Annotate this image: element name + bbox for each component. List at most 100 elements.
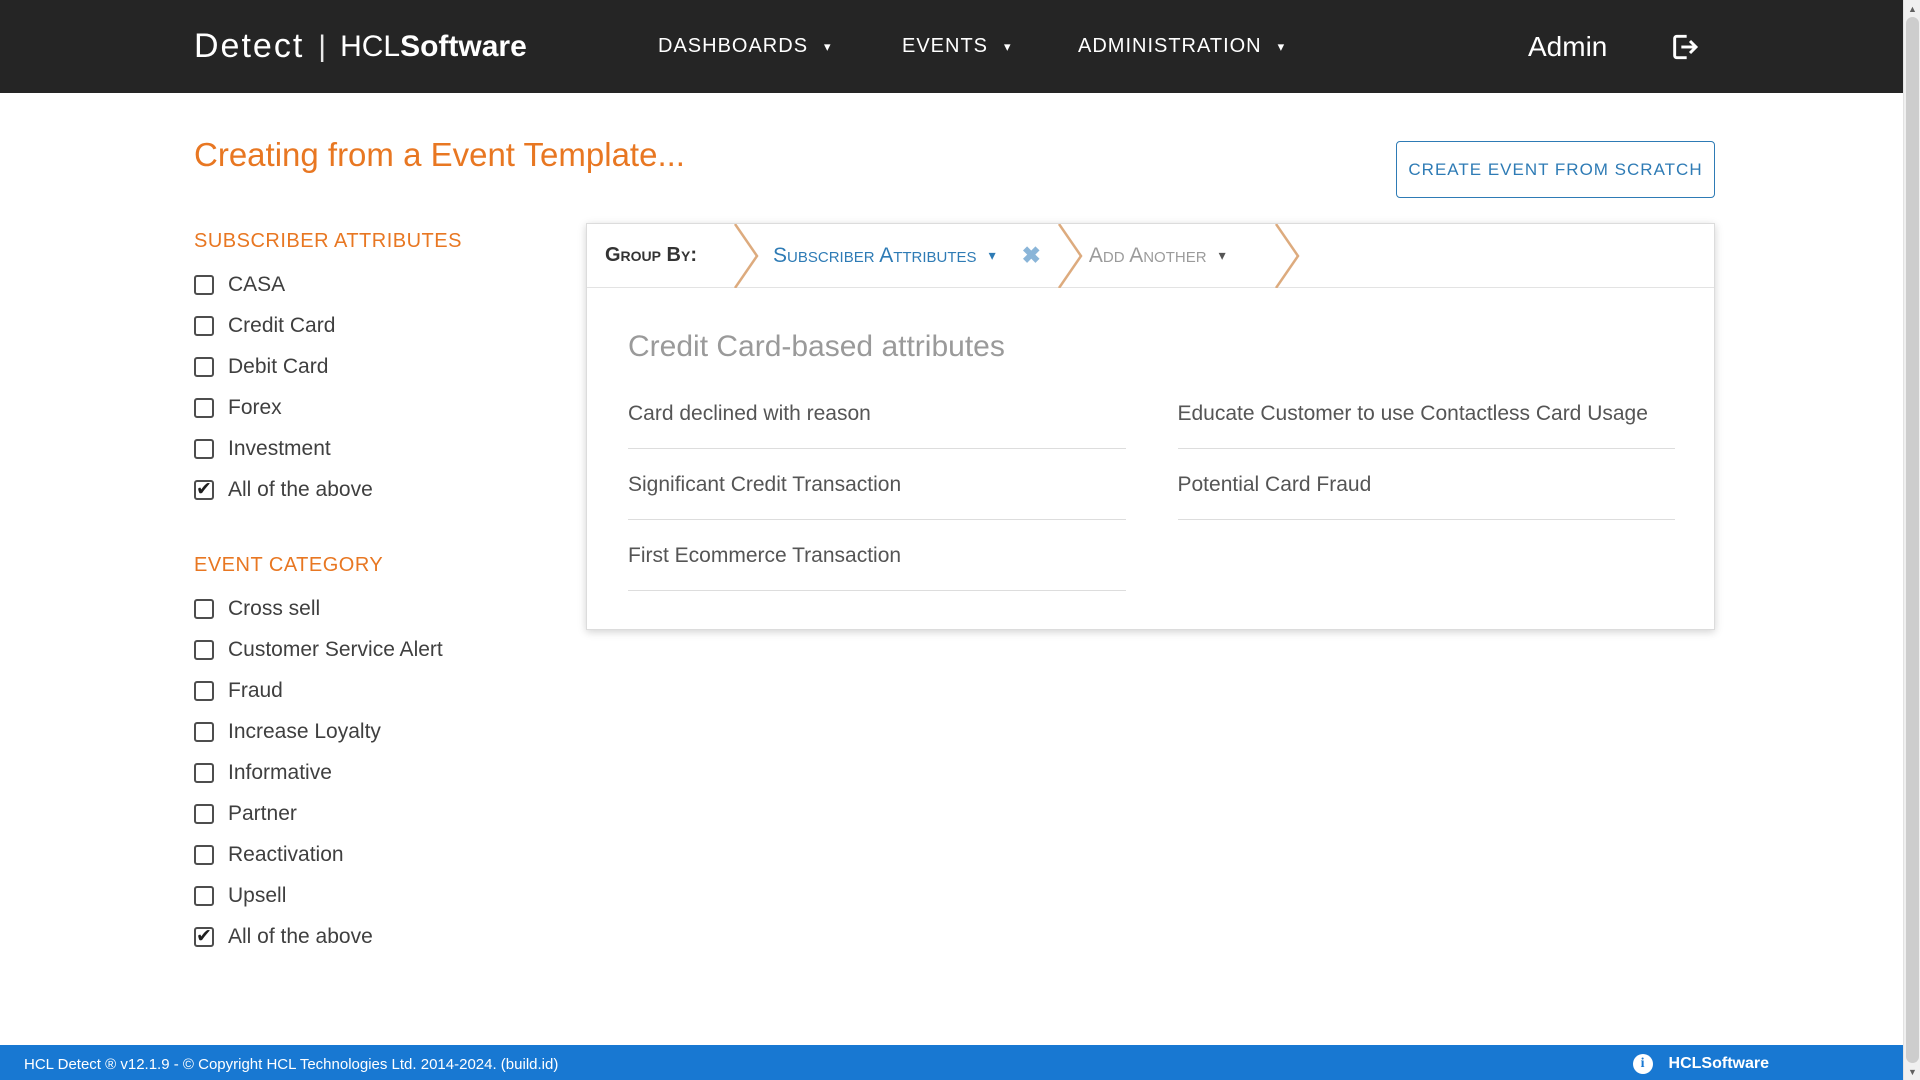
checkbox-label: Debit Card [228,355,328,379]
checkbox[interactable] [194,599,214,619]
info-icon[interactable]: i [1633,1054,1653,1074]
user-menu[interactable]: Admin [1528,0,1607,93]
chevron-separator-icon [733,224,759,288]
app-logo[interactable]: Detect | HCLSoftware [194,0,527,93]
page: Detect | HCLSoftware DASHBOARDS ▾ EVENTS… [0,0,1903,1080]
group-by-label: Group By: [605,244,697,267]
checkbox-item-forex[interactable]: Forex [194,396,534,420]
top-navbar: Detect | HCLSoftware DASHBOARDS ▾ EVENTS… [0,0,1903,93]
checkbox[interactable] [194,316,214,336]
checkbox-label: Reactivation [228,843,344,867]
nav-item-label: ADMINISTRATION [1078,35,1262,58]
logo-product-name: Detect [194,27,304,66]
checkbox-item-all-attributes[interactable]: All of the above [194,478,534,502]
checkbox[interactable] [194,439,214,459]
vertical-scrollbar[interactable]: ▲ ▼ [1903,0,1920,1080]
checkbox-label: Cross sell [228,597,320,621]
section-title-subscriber-attributes: SUBSCRIBER ATTRIBUTES [194,230,534,253]
nav-item-label: EVENTS [902,35,988,58]
group-by-selected-label: Subscriber Attributes [773,244,977,268]
group-by-bar: Group By: Subscriber Attributes ▾ ✖ Add … [587,224,1714,288]
template-columns: Card declined with reason Significant Cr… [587,402,1714,615]
checkbox[interactable] [194,845,214,865]
nav-item-events[interactable]: EVENTS ▾ [902,0,1012,93]
checkbox[interactable] [194,927,214,947]
checkbox-label: Upsell [228,884,286,908]
scrollbar-thumb[interactable] [1906,17,1919,1063]
checkbox-item-informative[interactable]: Informative [194,761,534,785]
chevron-down-icon: ▾ [1219,247,1226,264]
copyright-text: HCL Detect ® v12.1.9 - © Copyright HCL T… [24,1056,558,1073]
checkbox-item-debit-card[interactable]: Debit Card [194,355,534,379]
template-column-left: Card declined with reason Significant Cr… [628,402,1126,615]
checkbox-label: Fraud [228,679,283,703]
template-item[interactable]: Significant Credit Transaction [628,473,1126,520]
filter-sidebar: SUBSCRIBER ATTRIBUTES CASA Credit Card D… [194,230,534,966]
checkbox[interactable] [194,275,214,295]
checkbox-item-reactivation[interactable]: Reactivation [194,843,534,867]
logo-separator: | [318,30,326,64]
checkbox-item-upsell[interactable]: Upsell [194,884,534,908]
scrollbar-down-arrow[interactable]: ▼ [1904,1063,1920,1080]
checkbox-label: Forex [228,396,282,420]
checkbox-item-fraud[interactable]: Fraud [194,679,534,703]
template-column-right: Educate Customer to use Contactless Card… [1178,402,1676,615]
nav-item-dashboards[interactable]: DASHBOARDS ▾ [658,0,832,93]
checkbox-label: Increase Loyalty [228,720,381,744]
template-item[interactable]: Educate Customer to use Contactless Card… [1178,402,1676,449]
footer-right: i HCLSoftware [1633,1054,1769,1074]
logo-brand: HCLSoftware [340,30,527,64]
checkbox-item-credit-card[interactable]: Credit Card [194,314,534,338]
chevron-down-icon: ▾ [824,39,832,55]
checkbox-label: Customer Service Alert [228,638,443,662]
checkbox-item-cross-sell[interactable]: Cross sell [194,597,534,621]
checkbox[interactable] [194,886,214,906]
checkbox-label: All of the above [228,925,373,949]
checkbox[interactable] [194,398,214,418]
checkbox[interactable] [194,763,214,783]
checkbox-item-all-categories[interactable]: All of the above [194,925,534,949]
checkbox-item-customer-service-alert[interactable]: Customer Service Alert [194,638,534,662]
checkbox-item-investment[interactable]: Investment [194,437,534,461]
checkbox[interactable] [194,681,214,701]
nav-item-administration[interactable]: ADMINISTRATION ▾ [1078,0,1285,93]
chevron-separator-icon [1274,224,1300,288]
checkbox-label: Partner [228,802,297,826]
template-item[interactable]: Potential Card Fraud [1178,473,1676,520]
logo-brand-hcl: HCL [340,30,400,63]
checkbox-label: CASA [228,273,285,297]
chevron-down-icon: ▾ [1278,39,1286,55]
page-title: Creating from a Event Template... [194,136,685,174]
add-another-dropdown[interactable]: Add Another ▾ [1089,244,1226,268]
template-item[interactable]: Card declined with reason [628,402,1126,449]
template-item[interactable]: First Ecommerce Transaction [628,544,1126,591]
checkbox-label: Credit Card [228,314,335,338]
footer-brand-hcl: HCL [1669,1055,1702,1072]
create-event-from-scratch-button[interactable]: CREATE EVENT FROM SCRATCH [1396,141,1715,198]
checkbox-label: All of the above [228,478,373,502]
logout-icon[interactable] [1668,0,1700,93]
checkbox[interactable] [194,480,214,500]
scrollbar-up-arrow[interactable]: ▲ [1904,0,1920,17]
checkbox-item-increase-loyalty[interactable]: Increase Loyalty [194,720,534,744]
attributes-group-title: Credit Card-based attributes [628,330,1714,364]
chevron-down-icon: ▾ [1004,39,1012,55]
group-by-selected-dropdown[interactable]: Subscriber Attributes ▾ [773,244,996,268]
checkbox-item-partner[interactable]: Partner [194,802,534,826]
footer-brand-software: Software [1701,1055,1769,1072]
footer-bar: HCL Detect ® v12.1.9 - © Copyright HCL T… [0,1045,1903,1080]
templates-card: Group By: Subscriber Attributes ▾ ✖ Add … [586,223,1715,630]
checkbox-label: Investment [228,437,331,461]
footer-brand-logo: HCLSoftware [1669,1055,1769,1073]
add-another-label: Add Another [1089,244,1207,268]
checkbox-label: Informative [228,761,332,785]
section-title-event-category: EVENT CATEGORY [194,554,534,577]
chevron-down-icon: ▾ [989,247,996,264]
checkbox[interactable] [194,722,214,742]
checkbox[interactable] [194,357,214,377]
remove-group-icon[interactable]: ✖ [1022,242,1041,269]
checkbox[interactable] [194,804,214,824]
checkbox[interactable] [194,640,214,660]
nav-item-label: DASHBOARDS [658,35,808,58]
checkbox-item-casa[interactable]: CASA [194,273,534,297]
